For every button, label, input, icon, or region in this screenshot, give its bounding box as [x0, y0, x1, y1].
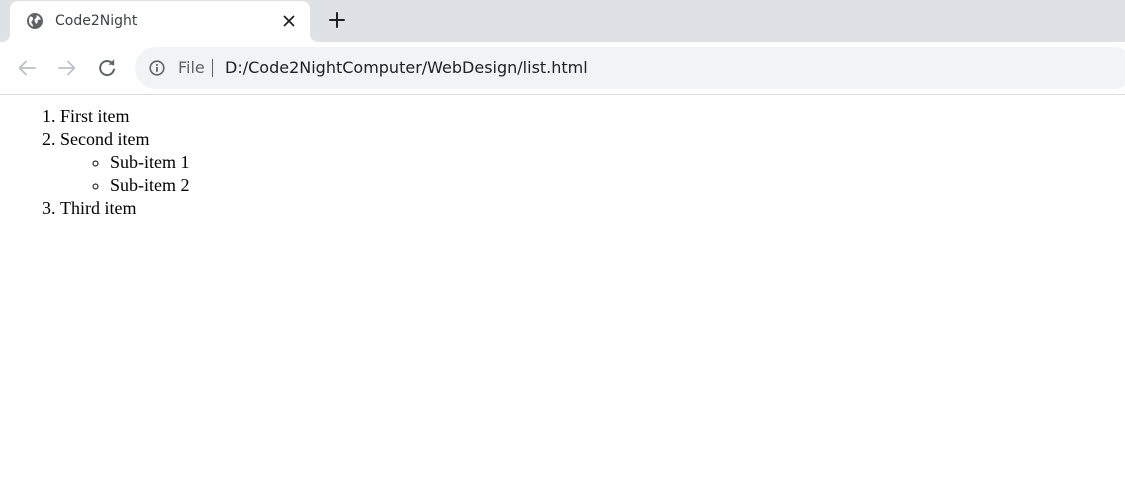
plus-icon[interactable] — [326, 9, 348, 31]
arrow-right-icon[interactable] — [55, 56, 79, 80]
list-item-label: Third item — [60, 198, 137, 218]
list-item: Second item Sub-item 1 Sub-item 2 — [60, 128, 1125, 197]
sub-list-item-label: Sub-item 1 — [110, 152, 190, 172]
tab-title: Code2Night — [55, 13, 138, 29]
list-item-label: First item — [60, 106, 130, 126]
reload-icon[interactable] — [95, 56, 119, 80]
ordered-list: First item Second item Sub-item 1 Sub-it… — [0, 105, 1125, 220]
list-item: First item — [60, 105, 1125, 128]
nested-list: Sub-item 1 Sub-item 2 — [60, 151, 1125, 197]
address-bar[interactable]: File D:/Code2NightComputer/WebDesign/lis… — [135, 47, 1125, 89]
sub-list-item: Sub-item 1 — [110, 151, 1125, 174]
globe-icon — [26, 12, 44, 30]
sub-list-item: Sub-item 2 — [110, 174, 1125, 197]
info-icon[interactable] — [149, 60, 165, 76]
page-content: First item Second item Sub-item 1 Sub-it… — [0, 96, 1125, 489]
tab-strip: Code2Night — [0, 0, 1125, 42]
list-item: Third item — [60, 197, 1125, 220]
close-icon[interactable] — [280, 12, 298, 30]
url-text[interactable]: D:/Code2NightComputer/WebDesign/list.htm… — [225, 59, 588, 77]
tab-active[interactable]: Code2Night — [10, 1, 310, 42]
scheme-label: File — [178, 58, 205, 77]
list-item-label: Second item — [60, 129, 150, 149]
scheme-divider — [212, 59, 213, 77]
arrow-left-icon[interactable] — [15, 56, 39, 80]
browser-toolbar: File D:/Code2NightComputer/WebDesign/lis… — [0, 42, 1125, 95]
sub-list-item-label: Sub-item 2 — [110, 175, 190, 195]
